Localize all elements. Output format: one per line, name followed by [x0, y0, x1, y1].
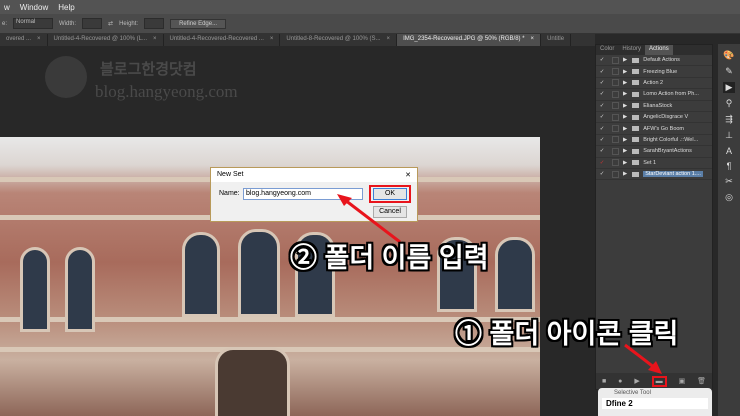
annotation-step2: ② 폴더 이름 입력 [290, 243, 489, 273]
annotation-step1: ① 폴더 아이콘 클릭 [455, 319, 679, 349]
annotation-arrows [337, 194, 662, 374]
